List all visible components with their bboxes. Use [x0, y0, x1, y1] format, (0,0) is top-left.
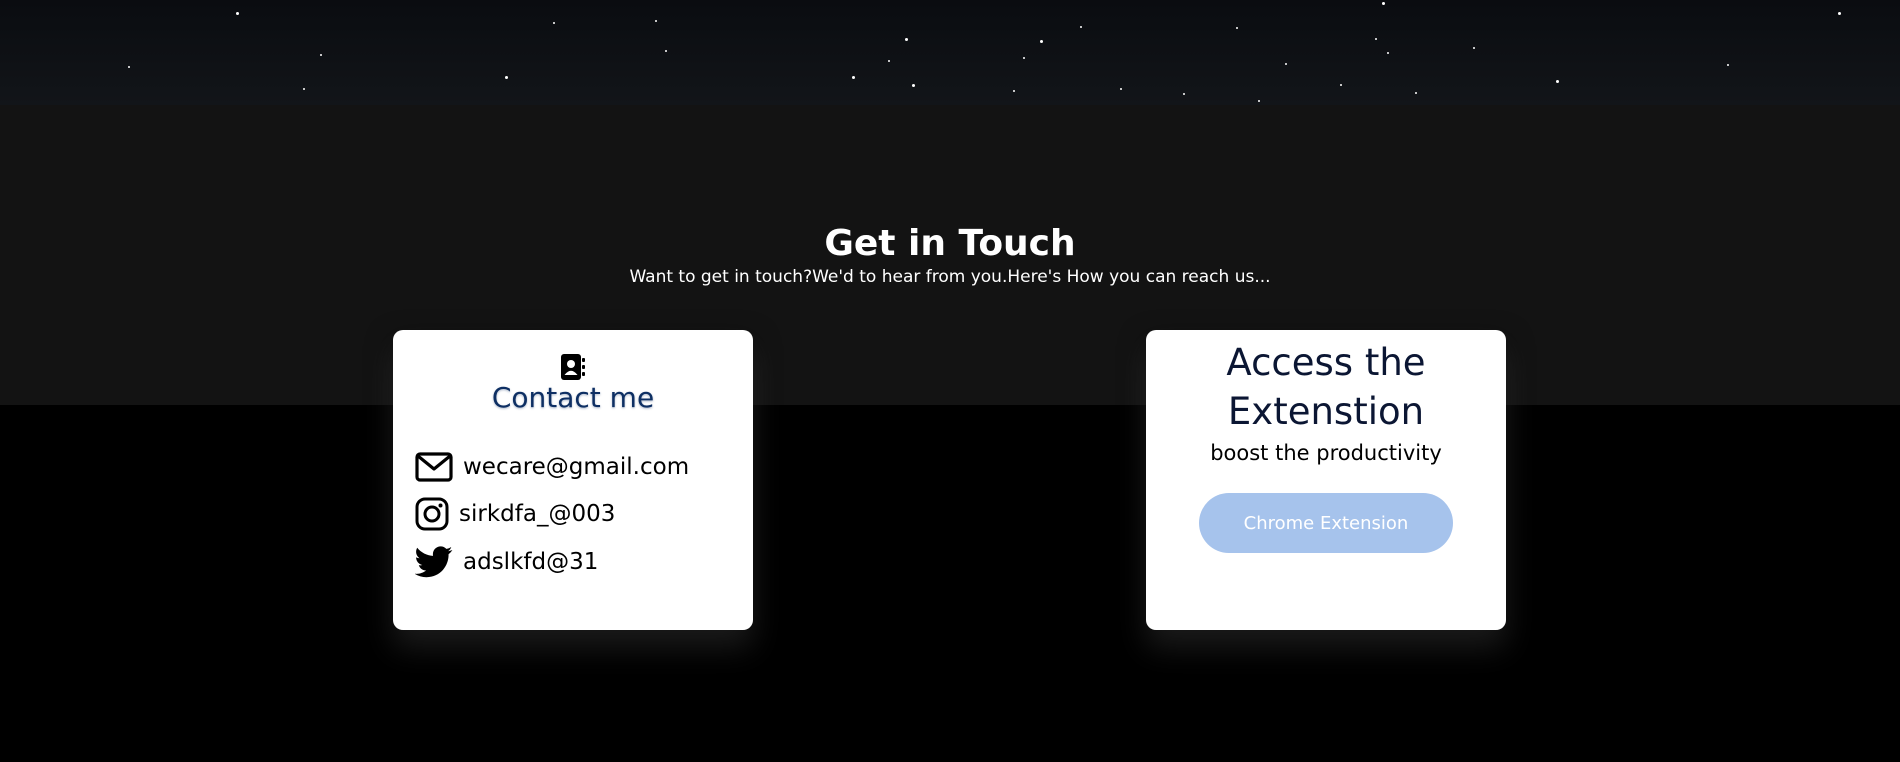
instagram-icon: [415, 496, 455, 532]
chrome-extension-button[interactable]: Chrome Extension: [1199, 493, 1453, 553]
extension-subtitle: boost the productivity: [1210, 441, 1442, 465]
page-subtitle: Want to get in touch?We'd to hear from y…: [629, 267, 1271, 287]
contact-instagram[interactable]: sirkdfa_@003: [415, 494, 615, 534]
contact-email-text: wecare@gmail.com: [463, 454, 690, 480]
contact-twitter-text: adslkfd@31: [463, 549, 599, 575]
contact-twitter[interactable]: adslkfd@31: [415, 542, 598, 582]
page-title: Get in Touch: [824, 223, 1076, 264]
contact-instagram-text: sirkdfa_@003: [459, 501, 616, 527]
contact-title: Contact me: [491, 381, 655, 414]
lower-section: [0, 405, 1900, 762]
extension-title: Access the Extenstion: [1226, 341, 1426, 433]
mail-icon: [415, 449, 455, 485]
contact-book-icon: [561, 354, 585, 380]
extension-card: Access the Extenstion boost the producti…: [1146, 330, 1506, 630]
contact-email[interactable]: wecare@gmail.com: [415, 447, 689, 487]
page: Get in Touch Want to get in touch?We'd t…: [0, 0, 1900, 762]
starfield-banner: [0, 0, 1900, 105]
twitter-icon: [415, 544, 455, 580]
contact-card: Contact me wecare@gmail.com sirkdfa_@003: [393, 330, 753, 630]
